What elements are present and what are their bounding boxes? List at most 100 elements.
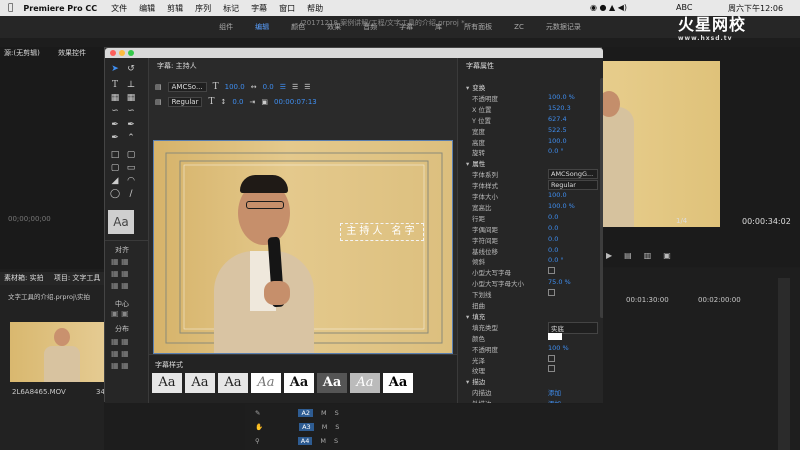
minimize-window-button[interactable]	[119, 50, 125, 56]
chevron-down-icon[interactable]: ▾	[466, 313, 469, 321]
property-checkbox[interactable]	[548, 354, 555, 362]
pen-tool-icon[interactable]: ✎	[255, 409, 260, 417]
tab-source[interactable]: 源:(无剪辑)	[4, 49, 40, 57]
lift-icon[interactable]: ▤	[624, 251, 632, 260]
tab-zc[interactable]: ZC	[514, 23, 524, 31]
property-value[interactable]: 100.0 %	[548, 93, 575, 101]
font-family-select[interactable]: AMCSo...	[167, 82, 207, 92]
property-value[interactable]: Regular	[548, 180, 598, 191]
property-row[interactable]: 扭曲	[466, 300, 600, 310]
tab-assembly[interactable]: 组件	[219, 22, 233, 32]
property-row[interactable]: X 位置 1520.3	[466, 104, 600, 114]
kerning-value[interactable]: 0.0	[263, 83, 274, 91]
area-type-tool-icon[interactable]: ▦	[109, 93, 121, 104]
font-style-select[interactable]: Regular	[167, 97, 203, 107]
property-row[interactable]: 颜色	[466, 332, 600, 343]
tab-project[interactable]: 项目: 文字工具	[54, 274, 101, 282]
property-row[interactable]: 倾斜 0.0 °	[466, 256, 600, 266]
chevron-down-icon[interactable]: ▾	[466, 160, 469, 168]
rounded-corner-tool-icon[interactable]: ▭	[125, 163, 137, 174]
property-row[interactable]: 内描边 添加	[466, 387, 600, 397]
align-right-icon[interactable]: ☰	[304, 83, 310, 91]
property-value[interactable]: 0.0	[548, 213, 558, 221]
app-name[interactable]: Premiere Pro CC	[23, 4, 97, 13]
style-swatch[interactable]: Aa	[218, 373, 248, 393]
font-size-value[interactable]: 100.0	[225, 83, 245, 91]
property-row[interactable]: 不透明度 100 %	[466, 344, 600, 354]
clip-name[interactable]: 2L6A8465.MOV	[12, 388, 66, 396]
type-tool-icon[interactable]: T	[109, 80, 121, 91]
convert-anchor-tool-icon[interactable]: ⌃	[125, 133, 137, 144]
extract-icon[interactable]: ▥	[644, 251, 652, 260]
property-row[interactable]: 字体系列 AMCSongG...	[466, 169, 600, 180]
style-swatch[interactable]: Aa	[185, 373, 215, 393]
property-value[interactable]: 0.0	[548, 224, 558, 232]
add-anchor-tool-icon[interactable]: ✒	[109, 133, 121, 144]
vertical-area-type-tool-icon[interactable]: ▦	[125, 93, 137, 104]
vertical-type-tool-icon[interactable]: ⊥	[125, 80, 137, 91]
style-swatch[interactable]: Aa	[284, 373, 314, 393]
titler-window-titlebar[interactable]	[105, 48, 603, 58]
tab-editing[interactable]: 编辑	[255, 22, 269, 32]
property-value[interactable]: 1520.3	[548, 104, 571, 112]
property-row[interactable]: Y 位置 627.4	[466, 115, 600, 125]
fill-color-swatch[interactable]	[548, 332, 562, 340]
property-value[interactable]: 添加	[548, 387, 561, 397]
property-value[interactable]: 627.4	[548, 115, 567, 123]
safe-margin-icon[interactable]: ▣	[261, 98, 268, 106]
mute-toggle[interactable]: M	[321, 409, 327, 417]
property-row[interactable]: 下划线	[466, 289, 600, 299]
menu-window[interactable]: 窗口	[279, 3, 295, 14]
close-window-button[interactable]	[110, 50, 116, 56]
distribute-buttons[interactable]: ▦ ▦ ▦ ▦ ▦ ▦	[111, 336, 141, 372]
rotation-tool-icon[interactable]: ↺	[125, 64, 137, 75]
align-center-icon[interactable]: ☰	[292, 83, 298, 91]
track-label[interactable]: A3	[299, 423, 314, 431]
menu-file[interactable]: 文件	[111, 3, 127, 14]
tab-all-panels[interactable]: 所有面板	[464, 22, 492, 32]
track-label[interactable]: A2	[298, 409, 314, 417]
property-row[interactable]: 不透明度 100.0 %	[466, 93, 600, 103]
properties-scrollbar[interactable]	[600, 78, 603, 318]
property-row[interactable]: 字符间距 0.0	[466, 235, 600, 245]
align-buttons[interactable]: ▦ ▦ ▦ ▦ ▦ ▦	[111, 256, 141, 292]
property-value[interactable]: 100.0	[548, 191, 567, 199]
property-row[interactable]: 基线位移 0.0	[466, 246, 600, 256]
property-value[interactable]: 添加	[548, 398, 561, 403]
property-row[interactable]: 宽高比 100.0 %	[466, 202, 600, 212]
property-checkbox[interactable]	[548, 289, 555, 297]
program-preview[interactable]	[602, 61, 720, 227]
property-row[interactable]: 高度 100.0	[466, 137, 600, 147]
menu-clip[interactable]: 剪辑	[167, 3, 183, 14]
property-value[interactable]: 100 %	[548, 344, 569, 352]
property-row[interactable]: 宽度 522.5	[466, 126, 600, 136]
chevron-down-icon[interactable]: ▾	[466, 84, 469, 92]
export-frame-icon[interactable]: ▣	[663, 251, 671, 260]
solo-toggle[interactable]: S	[334, 437, 338, 445]
style-swatch[interactable]: Aa	[317, 373, 347, 393]
style-swatch[interactable]: Aa	[152, 373, 182, 393]
property-row[interactable]: 光泽	[466, 354, 600, 365]
solo-toggle[interactable]: S	[335, 409, 339, 417]
apple-icon[interactable]: 	[8, 3, 13, 13]
zoom-tool-icon[interactable]: ⚲	[255, 437, 260, 445]
rounded-rectangle-tool-icon[interactable]: ▢	[109, 163, 121, 174]
menu-edit[interactable]: 编辑	[139, 3, 155, 14]
property-value[interactable]: 75.0 %	[548, 278, 571, 286]
style-swatch[interactable]: Aa	[383, 373, 413, 393]
solo-toggle[interactable]: S	[335, 423, 339, 431]
line-tool-icon[interactable]: ∕	[125, 189, 137, 200]
template-icon[interactable]: ▤	[155, 98, 162, 106]
tab-bin[interactable]: 素材箱: 实拍	[4, 274, 44, 282]
vertical-path-type-tool-icon[interactable]: ∽	[125, 106, 137, 117]
property-row[interactable]: ▾ 填充	[466, 311, 600, 321]
property-value[interactable]: AMCSongG...	[548, 169, 598, 180]
align-left-icon[interactable]: ☰	[280, 83, 286, 91]
property-value[interactable]: 0.0	[548, 235, 558, 243]
property-checkbox[interactable]	[548, 267, 555, 275]
pen-tool-icon[interactable]: ✒	[109, 120, 121, 131]
property-checkbox[interactable]	[548, 365, 555, 373]
property-value[interactable]: 100.0 %	[548, 202, 575, 210]
track-label[interactable]: A4	[297, 437, 313, 445]
tab-stops-icon[interactable]: ⇥	[250, 98, 256, 106]
